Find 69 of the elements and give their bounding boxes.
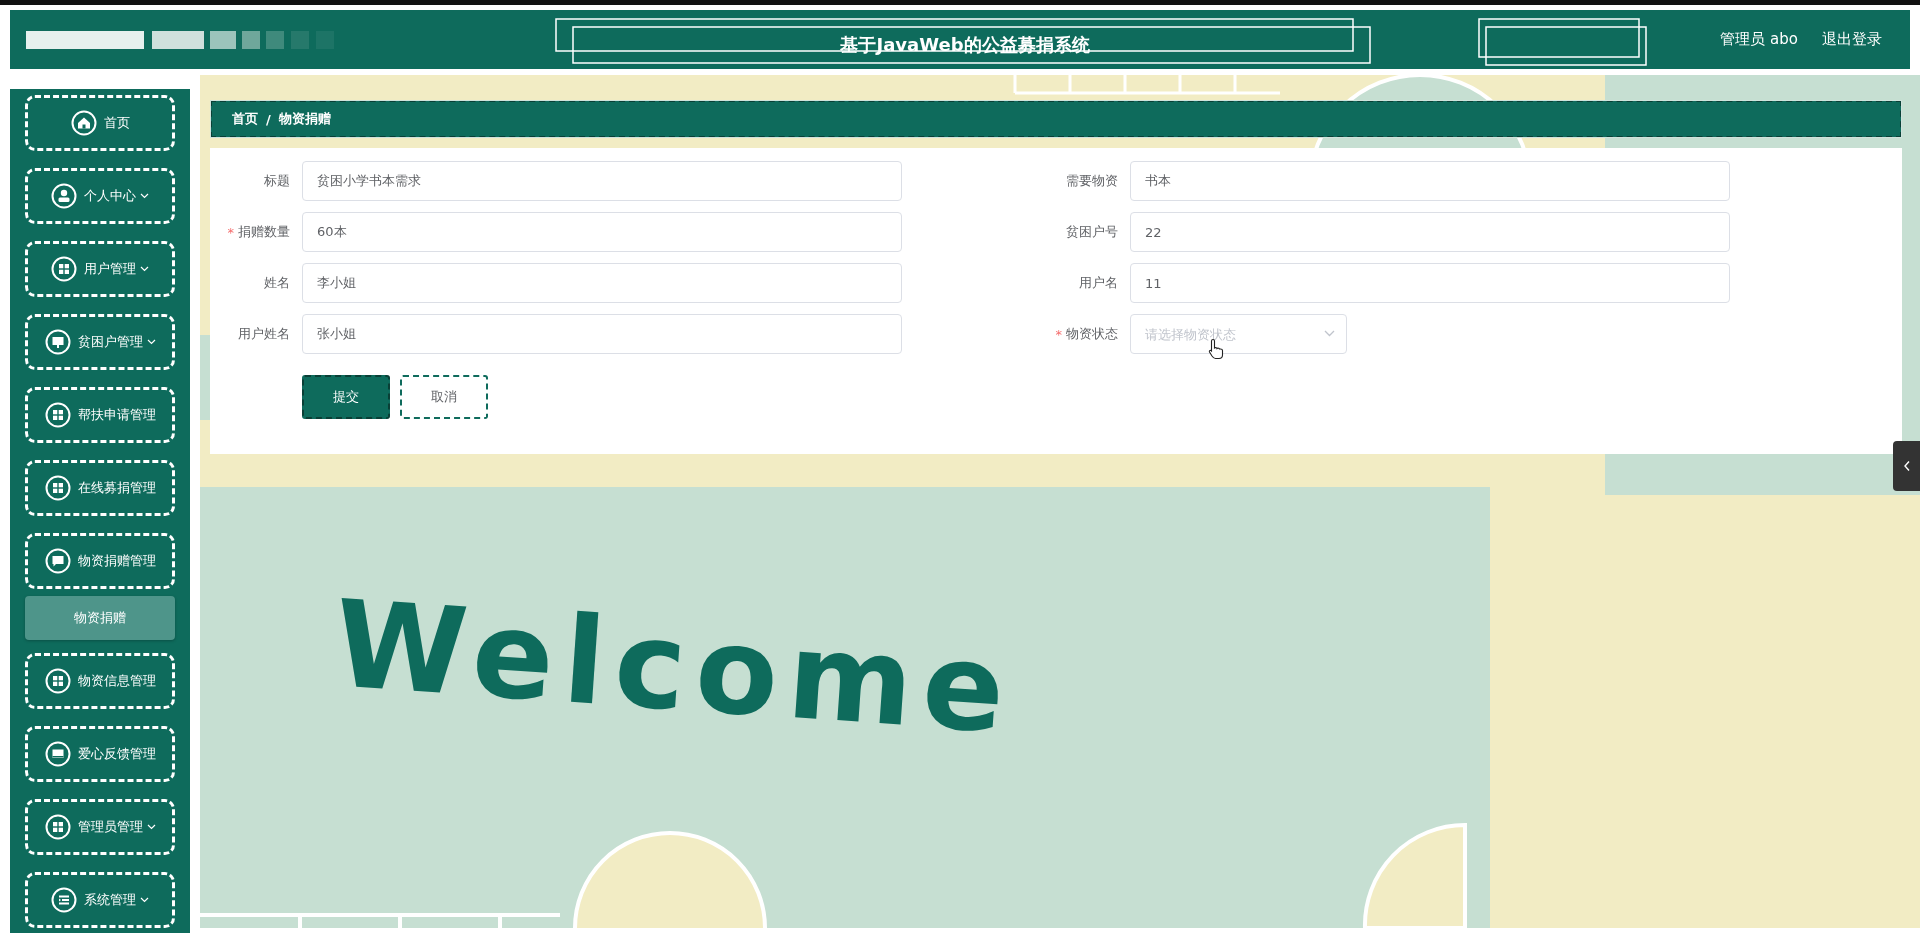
input-field[interactable]: 书本 bbox=[1130, 161, 1730, 201]
grid-icon bbox=[44, 475, 71, 501]
grid-icon bbox=[44, 668, 71, 694]
chevron-down-icon bbox=[140, 266, 149, 272]
monitor-icon bbox=[44, 329, 71, 355]
field-label: 捐赠数量 bbox=[238, 223, 290, 241]
sidebar-item[interactable]: 用户管理 bbox=[25, 241, 175, 297]
menu-label: 物资捐赠管理 bbox=[77, 552, 156, 570]
chevron-down-icon bbox=[146, 339, 156, 345]
grid-icon bbox=[44, 402, 71, 428]
sidebar-item[interactable]: 首页 bbox=[25, 95, 175, 151]
input-field[interactable]: 张小姐 bbox=[302, 314, 902, 354]
menu-label: 系统管理 bbox=[84, 891, 136, 909]
input-field[interactable]: 李小姐 bbox=[302, 263, 902, 303]
chat-icon bbox=[44, 548, 71, 574]
menu-label: 用户管理 bbox=[84, 260, 136, 278]
chevron-down-icon bbox=[1324, 330, 1335, 337]
card-icon bbox=[44, 741, 71, 767]
breadcrumb-link[interactable]: 物资捐赠 bbox=[278, 110, 331, 128]
sidebar-item[interactable]: 个人中心 bbox=[25, 168, 175, 224]
collapse-tab[interactable] bbox=[1893, 441, 1920, 491]
user-icon bbox=[51, 183, 77, 209]
sidebar-item[interactable]: 爱心反馈管理 bbox=[25, 726, 175, 782]
chevron-down-icon bbox=[140, 193, 149, 199]
required-asterisk: * bbox=[1055, 326, 1062, 342]
sidebar-item[interactable]: 物资捐赠管理 bbox=[25, 533, 175, 589]
field-label: 用户姓名 bbox=[238, 325, 290, 343]
chevron-down-icon bbox=[146, 824, 156, 830]
submit-button[interactable]: 提交 bbox=[302, 375, 390, 419]
menu-label: 在线募捐管理 bbox=[77, 479, 156, 497]
user-name: 管理员 abo bbox=[1720, 30, 1798, 49]
field-label: 用户名 bbox=[1079, 274, 1118, 292]
breadcrumb-link[interactable]: 首页 bbox=[232, 110, 258, 128]
select-field[interactable]: 请选择物资状态 bbox=[1130, 314, 1347, 354]
grid-icon bbox=[51, 256, 77, 282]
home-icon bbox=[70, 110, 97, 136]
welcome-heading: Welcome bbox=[330, 574, 1019, 761]
sidebar-item[interactable]: 物资信息管理 bbox=[25, 653, 175, 709]
menu-label: 物资信息管理 bbox=[77, 672, 156, 690]
field-label: 姓名 bbox=[264, 274, 290, 292]
menu-label: 管理员管理 bbox=[77, 818, 143, 836]
chevron-left-icon bbox=[1902, 460, 1911, 472]
sidebar-item[interactable]: 在线募捐管理 bbox=[25, 460, 175, 516]
field-label: 标题 bbox=[264, 172, 290, 190]
grid-icon bbox=[44, 814, 71, 840]
menu-label: 爱心反馈管理 bbox=[77, 745, 156, 763]
sidebar-item[interactable]: 管理员管理 bbox=[25, 799, 175, 855]
cancel-button[interactable]: 取消 bbox=[400, 375, 488, 419]
chevron-down-icon bbox=[140, 897, 149, 903]
list-icon bbox=[51, 887, 77, 913]
menu-label: 首页 bbox=[103, 114, 130, 132]
field-label: 需要物资 bbox=[1066, 172, 1118, 190]
field-label: 物资状态 bbox=[1066, 325, 1118, 343]
menu-label: 贫困户管理 bbox=[77, 333, 143, 351]
input-field[interactable]: 22 bbox=[1130, 212, 1730, 252]
sidebar-item[interactable]: 贫困户管理 bbox=[25, 314, 175, 370]
menu-label: 个人中心 bbox=[84, 187, 136, 205]
input-field[interactable]: 11 bbox=[1130, 263, 1730, 303]
required-asterisk: * bbox=[227, 224, 234, 240]
breadcrumb-separator: / bbox=[266, 111, 271, 127]
app-title: 基于JavaWeb的公益募捐系统 bbox=[840, 33, 1090, 57]
sidebar-item[interactable]: 系统管理 bbox=[25, 872, 175, 928]
field-label: 贫困户号 bbox=[1066, 223, 1118, 241]
logout-link[interactable]: 退出登录 bbox=[1822, 30, 1882, 49]
input-field[interactable]: 贫困小学书本需求 bbox=[302, 161, 902, 201]
sidebar-item[interactable]: 帮扶申请管理 bbox=[25, 387, 175, 443]
input-field[interactable]: 60本 bbox=[302, 212, 902, 252]
submenu-item[interactable]: 物资捐赠 bbox=[25, 596, 175, 640]
menu-label: 帮扶申请管理 bbox=[77, 406, 156, 424]
